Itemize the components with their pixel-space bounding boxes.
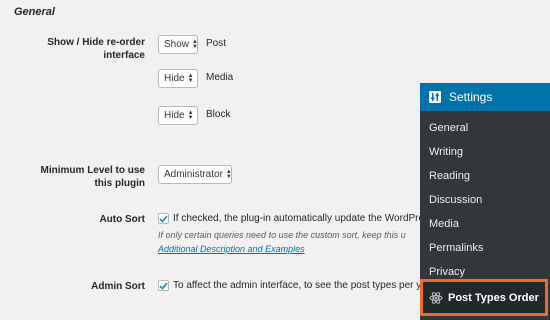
auto-sort-checkbox[interactable] xyxy=(158,213,169,224)
menu-item-privacy[interactable]: Privacy xyxy=(429,266,465,278)
checkmark-icon xyxy=(159,214,168,223)
menu-item-writing[interactable]: Writing xyxy=(429,146,463,158)
menu-item-permalinks[interactable]: Permalinks xyxy=(429,242,483,254)
show-hide-label: Show / Hide re-order interface xyxy=(47,37,145,61)
checkmark-icon xyxy=(159,281,168,290)
block-visibility-value: Hide xyxy=(164,110,185,121)
auto-sort-description: If checked, the plug-in automatically up… xyxy=(173,213,435,224)
post-types-order-label: Post Types Order xyxy=(448,291,539,304)
select-arrows-icon: ▲ ▼ xyxy=(225,168,232,180)
menu-item-media[interactable]: Media xyxy=(429,218,459,230)
media-visibility-select[interactable]: Hide ▲ ▼ xyxy=(158,69,198,88)
atom-icon xyxy=(429,291,443,304)
post-visibility-value: Show xyxy=(164,39,190,50)
minimum-level-value: Administrator xyxy=(164,169,223,180)
menu-item-reading[interactable]: Reading xyxy=(429,170,470,182)
media-type-label: Media xyxy=(206,72,234,83)
auto-sort-hint: If only certain queries need to use the … xyxy=(158,230,406,240)
minimum-level-label: Minimum Level to use this plugin xyxy=(40,165,145,189)
post-visibility-select[interactable]: Show ▲ ▼ xyxy=(158,35,198,54)
select-arrows-icon: ▲ ▼ xyxy=(192,38,198,50)
menu-item-post-types-order[interactable]: Post Types Order xyxy=(420,279,548,316)
auto-sort-label: Auto Sort xyxy=(99,214,145,225)
media-visibility-value: Hide xyxy=(164,73,185,84)
settings-menu-title: Settings xyxy=(449,90,493,104)
admin-sort-description: To affect the admin interface, to see th… xyxy=(173,280,433,291)
menu-item-discussion[interactable]: Discussion xyxy=(429,194,482,206)
settings-menu-header[interactable]: Settings xyxy=(420,83,550,111)
select-arrows-icon: ▲ ▼ xyxy=(187,109,194,121)
block-visibility-select[interactable]: Hide ▲ ▼ xyxy=(158,106,198,125)
minimum-level-select[interactable]: Administrator ▲ ▼ xyxy=(158,165,232,184)
settings-sliders-icon xyxy=(429,91,441,103)
select-arrows-icon: ▲ ▼ xyxy=(187,72,194,84)
post-type-label: Post xyxy=(206,38,227,49)
section-title: General xyxy=(14,6,55,18)
menu-item-general[interactable]: General xyxy=(429,122,468,134)
admin-sort-label: Admin Sort xyxy=(91,281,145,292)
additional-description-link[interactable]: Additional Description and Examples xyxy=(158,244,305,254)
block-type-label: Block xyxy=(206,109,231,120)
admin-sort-checkbox[interactable] xyxy=(158,280,169,291)
